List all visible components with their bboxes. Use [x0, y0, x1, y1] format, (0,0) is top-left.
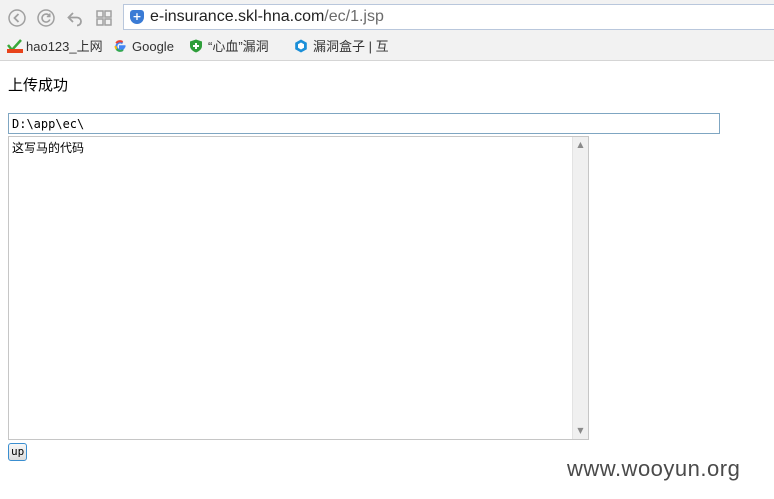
- hao123-icon: [7, 39, 23, 53]
- scroll-down-icon[interactable]: ▼: [573, 423, 588, 439]
- url-host: e-insurance.skl-hna.com: [150, 8, 325, 25]
- bookmark-xinxue[interactable]: “心血”漏洞: [189, 38, 269, 56]
- address-bar[interactable]: + e-insurance.skl-hna.com/ec/1.jsp: [123, 4, 774, 30]
- bookmark-label: “心血”漏洞: [208, 39, 269, 54]
- shield-green-icon: [189, 39, 203, 53]
- path-input[interactable]: [8, 113, 720, 134]
- url-text[interactable]: e-insurance.skl-hna.com/ec/1.jsp: [150, 8, 384, 26]
- scroll-up-icon[interactable]: ▲: [573, 137, 588, 153]
- code-textarea[interactable]: 这写马的代码 ▲ ▼: [8, 136, 589, 440]
- bookmark-label: hao123_上网: [26, 39, 103, 54]
- url-path: /ec/1.jsp: [324, 8, 384, 25]
- hexagon-blue-icon: [294, 39, 308, 53]
- back-icon[interactable]: [8, 9, 26, 27]
- textarea-scrollbar[interactable]: ▲ ▼: [572, 137, 588, 439]
- up-button[interactable]: up: [8, 443, 28, 461]
- undo-icon[interactable]: [66, 9, 84, 27]
- bookmarks-bar: hao123_上网 Google “心血”漏洞 漏洞盒子 | 互: [0, 35, 774, 61]
- watermark: www.wooyun.org: [567, 456, 741, 481]
- google-icon: [113, 39, 127, 53]
- apps-grid-icon[interactable]: [95, 9, 113, 27]
- bookmark-loudonghezi[interactable]: 漏洞盒子 | 互: [294, 38, 389, 56]
- bookmark-label: 漏洞盒子 | 互: [313, 39, 389, 54]
- bookmark-label: Google: [132, 39, 174, 54]
- code-text: 这写马的代码: [12, 141, 85, 155]
- page-title: 上传成功: [8, 76, 69, 94]
- refresh-icon[interactable]: [37, 9, 55, 27]
- browser-toolbar: + e-insurance.skl-hna.com/ec/1.jsp: [0, 0, 774, 35]
- security-shield-icon: +: [130, 10, 144, 24]
- bookmark-hao123[interactable]: hao123_上网: [7, 38, 103, 56]
- bookmark-google[interactable]: Google: [113, 38, 174, 56]
